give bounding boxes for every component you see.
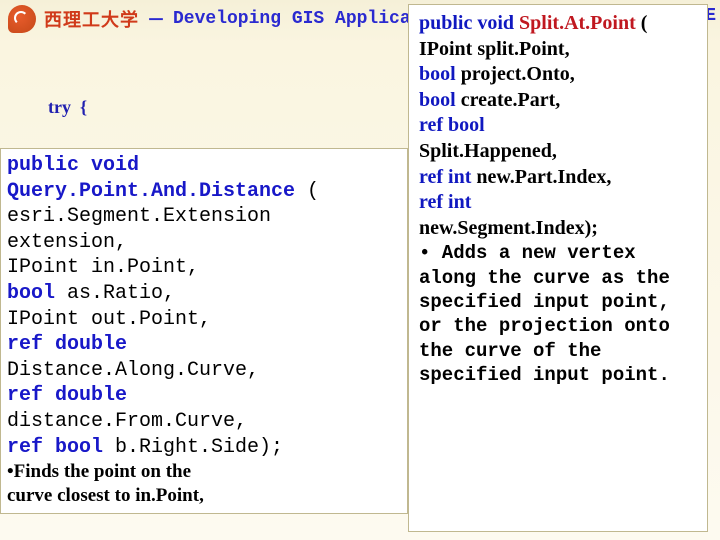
header-separator: － — [147, 6, 165, 32]
signature-line: ref int new.Part.Index, — [419, 165, 699, 191]
signature-line: ref bool — [419, 113, 699, 139]
signature-line: ref int — [419, 190, 699, 216]
signature-line: Query.Point.And.Distance ( — [7, 179, 401, 205]
signature-line: ref double — [7, 383, 401, 409]
signature-line: Distance.Along.Curve, — [7, 358, 401, 384]
logo-box — [8, 5, 36, 33]
university-name: 西理工大学 — [44, 6, 139, 32]
signature-line: IPoint in.Point, — [7, 255, 401, 281]
signature-line: bool create.Part, — [419, 88, 699, 114]
signature-line: Split.Happened, — [419, 139, 699, 165]
course-title: Developing GIS Applicat — [173, 9, 421, 29]
bullet-description: specified input point. — [419, 363, 699, 387]
signature-line: new.Segment.Index); — [419, 216, 699, 242]
signature-line: distance.From.Curve, — [7, 409, 401, 435]
university-logo-icon — [8, 5, 36, 33]
bullet-description: the curve of the — [419, 339, 699, 363]
signature-line: IPoint split.Point, — [419, 37, 699, 63]
signature-line: IPoint out.Point, — [7, 307, 401, 333]
bullet-description: •Finds the point on the — [7, 460, 401, 484]
callout-split-at-point: public void Split.At.Point ( IPoint spli… — [408, 4, 708, 532]
bullet-description: • Adds a new vertex — [419, 241, 699, 265]
signature-line: bool project.Onto, — [419, 62, 699, 88]
signature-line: public void Split.At.Point ( — [419, 11, 699, 37]
bullet-description: or the projection onto — [419, 314, 699, 338]
bullet-description: curve closest to in.Point, — [7, 484, 401, 508]
bullet-description: along the curve as the — [419, 266, 699, 290]
signature-line: esri.Segment.Extension — [7, 204, 401, 230]
callout-query-point-and-distance: public void Query.Point.And.Distance ( e… — [0, 148, 408, 514]
signature-line: extension, — [7, 230, 401, 256]
signature-line: ref bool b.Right.Side); — [7, 435, 401, 461]
bullet-description: specified input point, — [419, 290, 699, 314]
signature-line: ref double — [7, 332, 401, 358]
signature-line: public void — [7, 153, 401, 179]
keyword: try { — [48, 97, 87, 117]
signature-line: bool as.Ratio, — [7, 281, 401, 307]
